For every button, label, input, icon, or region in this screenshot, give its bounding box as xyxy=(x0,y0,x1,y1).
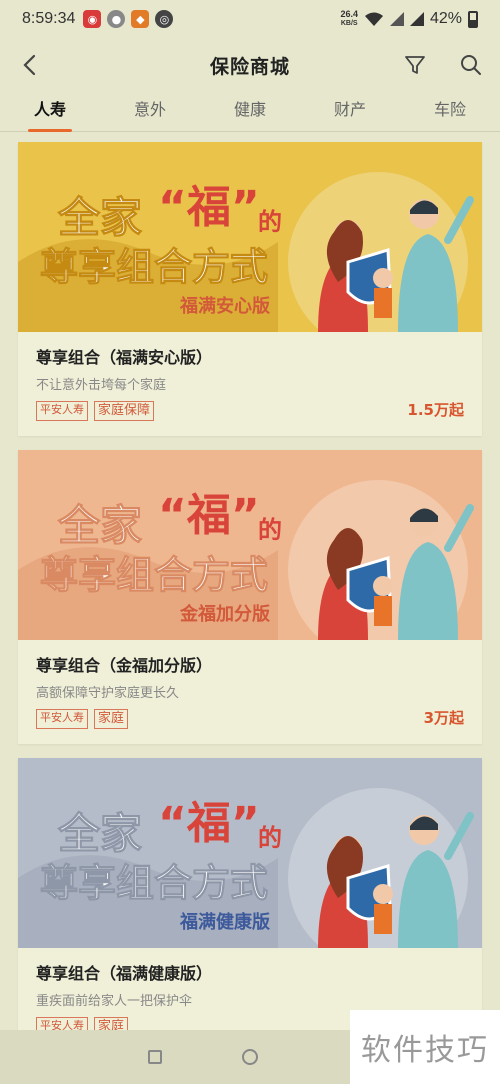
banner-headline-1a: 全家 xyxy=(57,193,142,242)
status-bar: 8:59:34 ◉ ● ◆ ◎ 26.4 KB/S 42% xyxy=(0,0,500,38)
page-title: 保险商城 xyxy=(209,55,290,78)
banner-illustration: 全家 “福” 的 尊享组合方式 福满安心版 xyxy=(18,142,482,332)
banner-headline-1c: 的 xyxy=(258,208,282,236)
watermark: 软件技巧 xyxy=(350,1010,500,1084)
tab-life[interactable]: 人寿 xyxy=(0,92,100,132)
app-notification-icon: ◉ xyxy=(83,10,102,28)
app-notification-icon: ◆ xyxy=(131,10,150,28)
product-tags: 平安人寿 家庭 xyxy=(36,709,464,729)
banner-headline-2: 尊享组合方式 xyxy=(40,553,268,597)
network-speed: 26.4 KB/S xyxy=(340,9,358,28)
banner-headline-1b: “福” xyxy=(158,798,260,849)
status-indicators: 26.4 KB/S 42% xyxy=(340,10,478,28)
filter-icon xyxy=(405,56,425,74)
banner-headline-1c: 的 xyxy=(258,516,282,544)
chevron-left-icon xyxy=(23,54,36,76)
app-notification-icon: ◎ xyxy=(155,10,174,28)
home-button[interactable] xyxy=(242,1049,258,1065)
product-title: 尊享组合（金福加分版） xyxy=(36,656,213,675)
product-list: 全家 “福” 的 尊享组合方式 福满安心版 尊享组合（福满安心版） 不让意外击垮… xyxy=(18,142,482,1066)
product-card[interactable]: 全家 “福” 的 尊享组合方式 福满健康版 尊享组合（福满健康版） 重疾面前给家… xyxy=(18,758,482,1052)
banner-edition: 福满健康版 xyxy=(179,911,270,933)
product-banner[interactable]: 全家 “福” 的 尊享组合方式 金福加分版 xyxy=(18,450,482,640)
battery-icon xyxy=(468,10,478,28)
product-info: 尊享组合（金福加分版） 高额保障守护家庭更长久 平安人寿 家庭 3万起 xyxy=(18,640,482,744)
banner-headline-2: 尊享组合方式 xyxy=(40,245,268,289)
status-time: 8:59:34 xyxy=(22,10,76,27)
signal-icon xyxy=(409,12,424,26)
wifi-icon xyxy=(364,12,383,26)
product-title: 尊享组合（福满安心版） xyxy=(36,348,213,367)
product-tag: 平安人寿 xyxy=(36,401,88,421)
banner-headline-2: 尊享组合方式 xyxy=(40,861,268,905)
recents-button[interactable] xyxy=(148,1050,162,1064)
product-tags: 平安人寿 家庭保障 xyxy=(36,401,464,421)
tab-auto[interactable]: 车险 xyxy=(400,92,500,131)
product-price: 1.5万起 xyxy=(407,401,464,419)
banner-illustration: 全家 “福” 的 尊享组合方式 福满健康版 xyxy=(18,758,482,948)
app-header: 保险商城 xyxy=(0,38,500,92)
signal-icon xyxy=(389,12,404,26)
wechat-icon: ● xyxy=(107,10,126,28)
search-button[interactable] xyxy=(456,50,486,80)
battery-percent: 42% xyxy=(429,10,462,27)
category-tabs: 人寿 意外 健康 财产 车险 xyxy=(0,92,500,132)
search-icon xyxy=(461,55,481,75)
product-description: 高额保障守护家庭更长久 xyxy=(36,686,180,701)
product-description: 重疾面前给家人一把保护伞 xyxy=(36,994,193,1009)
tab-health[interactable]: 健康 xyxy=(200,92,300,131)
banner-edition: 金福加分版 xyxy=(179,603,270,625)
product-banner[interactable]: 全家 “福” 的 尊享组合方式 福满安心版 xyxy=(18,142,482,332)
banner-headline-1b: “福” xyxy=(158,182,260,233)
filter-button[interactable] xyxy=(400,50,430,80)
banner-headline-1a: 全家 xyxy=(57,809,142,858)
product-banner[interactable]: 全家 “福” 的 尊享组合方式 福满健康版 xyxy=(18,758,482,948)
product-price: 3万起 xyxy=(423,709,464,727)
banner-illustration: 全家 “福” 的 尊享组合方式 金福加分版 xyxy=(18,450,482,640)
product-title: 尊享组合（福满健康版） xyxy=(36,964,213,983)
product-info: 尊享组合（福满安心版） 不让意外击垮每个家庭 平安人寿 家庭保障 1.5万起 xyxy=(18,332,482,436)
product-tag: 平安人寿 xyxy=(36,709,88,729)
product-description: 不让意外击垮每个家庭 xyxy=(36,378,167,393)
product-card[interactable]: 全家 “福” 的 尊享组合方式 金福加分版 尊享组合（金福加分版） 高额保障守护… xyxy=(18,450,482,744)
banner-edition: 福满安心版 xyxy=(179,295,270,317)
product-card[interactable]: 全家 “福” 的 尊享组合方式 福满安心版 尊享组合（福满安心版） 不让意外击垮… xyxy=(18,142,482,436)
back-button[interactable] xyxy=(14,50,44,80)
tab-accident[interactable]: 意外 xyxy=(100,92,200,131)
tab-property[interactable]: 财产 xyxy=(300,92,400,131)
banner-headline-1b: “福” xyxy=(158,490,260,541)
banner-headline-1c: 的 xyxy=(258,824,282,852)
banner-headline-1a: 全家 xyxy=(57,501,142,550)
product-tag: 家庭 xyxy=(94,709,129,729)
product-tag: 家庭保障 xyxy=(94,401,155,421)
